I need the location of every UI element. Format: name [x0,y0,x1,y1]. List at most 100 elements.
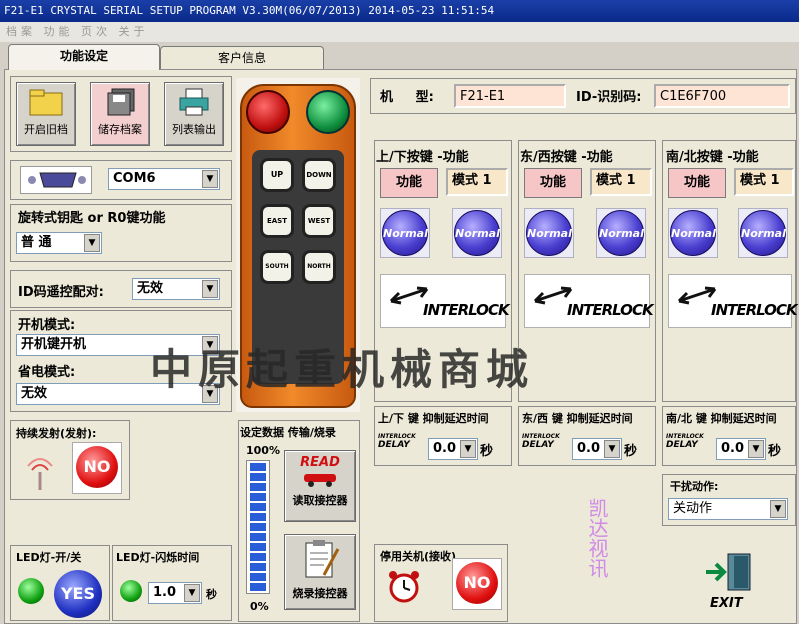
chevron-down-icon[interactable]: ▼ [202,280,218,298]
eastwest-delay-select[interactable]: 0.0 ▼ [572,438,622,460]
delay-icon: INTERLOCK DELAY [522,433,560,450]
write-controller-button[interactable]: 烧录接控器 [284,534,356,610]
chevron-down-icon[interactable]: ▼ [770,500,786,518]
eastwest-function-button[interactable]: 功能 [524,168,582,198]
serial-port-icon [20,166,92,194]
save-file-button[interactable]: 储存档案 [90,82,150,146]
eastwest-normal-a[interactable]: Normal [524,208,574,258]
chevron-down-icon[interactable]: ▼ [84,234,100,252]
power-save-label: 省电模式: [18,365,76,380]
progress-bottom-label: 0% [250,600,269,613]
menu-item-3[interactable]: 功 [44,25,59,38]
printer-icon [179,88,209,116]
led-blink-select[interactable]: 1.0 ▼ [148,582,202,604]
menu-item-8[interactable]: 于 [134,25,149,38]
led-blink-icon [120,580,142,602]
normal-badge: Normal [740,210,786,256]
menu-item-5[interactable]: 页 [81,25,96,38]
eastwest-delay-unit: 秒 [624,444,638,459]
southnorth-normal-b[interactable]: Normal [738,208,788,258]
tab-function-settings[interactable]: 功能设定 [8,44,160,70]
save-file-label: 储存档案 [98,123,142,136]
power-on-label: 开机模式: [18,318,76,333]
vertical-watermark: 凯达视讯 [585,498,609,578]
exit-button[interactable]: EXIT [672,542,792,620]
southnorth-delay-title: 南/北 键 抑制延迟时间 [666,412,777,425]
southnorth-delay-select[interactable]: 0.0 ▼ [716,438,766,460]
normal-badge: Normal [598,210,644,256]
menu-item-6[interactable]: 次 [96,25,111,38]
watermark-text: 中原起重机械商城 [150,345,535,394]
continuous-toggle[interactable]: NO [72,442,122,494]
led-green-icon [18,578,44,604]
open-file-button[interactable]: 开启旧档 [16,82,76,146]
eastwest-delay-title: 东/西 键 抑制延迟时间 [522,412,633,425]
remote-btn-south: SOUTH [260,250,294,284]
southnorth-interlock-button[interactable]: INTERLOCK [668,274,798,328]
antenna-icon [18,446,62,492]
updown-delay-select[interactable]: 0.0 ▼ [428,438,478,460]
tab-customer-info[interactable]: 客户信息 [160,46,324,70]
updown-mode-value: 模式 1 [446,168,508,196]
remote-btn-west: WEST [302,204,336,238]
menu-item-4[interactable]: 能 [59,25,74,38]
open-file-label: 开启旧档 [24,123,68,136]
group-southnorth-title: 南/北按键 -功能 [666,150,759,165]
southnorth-delay-value: 0.0 [721,441,745,456]
normal-badge: Normal [382,210,428,256]
shutdown-toggle[interactable]: NO [452,558,502,610]
delay-icon: INTERLOCK DELAY [666,433,704,450]
com-port-select[interactable]: COM6 ▼ [108,168,220,190]
window-title: F21-E1 CRYSTAL SERIAL SETUP PROGRAM V3.3… [0,0,799,22]
key-switch-select[interactable]: 普 通 ▼ [16,232,102,254]
southnorth-mode-value: 模式 1 [734,168,794,196]
normal-badge: Normal [670,210,716,256]
id-pair-select[interactable]: 无效 ▼ [132,278,220,300]
updown-delay-value: 0.0 [433,441,457,456]
eastwest-normal-b[interactable]: Normal [596,208,646,258]
chevron-down-icon[interactable]: ▼ [184,584,200,602]
chevron-down-icon[interactable]: ▼ [202,170,218,188]
updown-interlock-button[interactable]: INTERLOCK [380,274,510,328]
model-label: 机 型: [380,90,434,105]
exit-door-icon [706,553,751,591]
chevron-down-icon[interactable]: ▼ [460,440,476,458]
start-button-icon [306,90,350,134]
no-badge: NO [76,446,118,488]
southnorth-function-button[interactable]: 功能 [668,168,726,198]
stop-button-icon [246,90,290,134]
print-list-button[interactable]: 列表输出 [164,82,224,146]
com-port-value: COM6 [113,171,156,186]
write-controller-label: 烧录接控器 [292,587,348,600]
updown-normal-b[interactable]: Normal [452,208,502,258]
group-updown-title: 上/下按键 -功能 [376,150,469,165]
transfer-title: 设定数据 传输/烧录 [240,426,336,439]
key-switch-label: 旋转式钥匙 or R0键功能 [18,211,166,226]
updown-function-button[interactable]: 功能 [380,168,438,198]
led-blink-label: LED灯-闪烁时间 [116,551,200,564]
folder-icon [29,89,63,116]
led-yes-toggle[interactable]: YES [54,570,102,618]
id-code-value: C1E6F700 [654,84,790,108]
chevron-down-icon[interactable]: ▼ [604,440,620,458]
led-blink-unit: 秒 [206,588,217,601]
exit-label: EXIT [710,596,743,611]
model-value: F21-E1 [454,84,566,108]
menu-item-7[interactable]: 关 [119,25,134,38]
southnorth-normal-a[interactable]: Normal [668,208,718,258]
menu-item-1[interactable]: 档 [6,25,21,38]
interlock-label: INTERLOCK [567,301,654,319]
menu-item-2[interactable]: 案 [21,25,36,38]
interlock-label: INTERLOCK [711,301,798,319]
chevron-down-icon[interactable]: ▼ [748,440,764,458]
interference-select[interactable]: 关动作 ▼ [668,498,788,520]
power-on-value: 开机键开机 [21,337,87,352]
updown-normal-a[interactable]: Normal [380,208,430,258]
eastwest-interlock-button[interactable]: INTERLOCK [524,274,654,328]
menu-bar[interactable]: 档案 功能 页次 关于 [0,22,799,42]
interference-value: 关动作 [673,501,713,516]
read-controller-button[interactable]: READ 读取接控器 [284,450,356,522]
print-list-label: 列表输出 [172,123,216,136]
interlock-label: INTERLOCK [423,301,510,319]
power-save-value: 无效 [21,386,48,401]
